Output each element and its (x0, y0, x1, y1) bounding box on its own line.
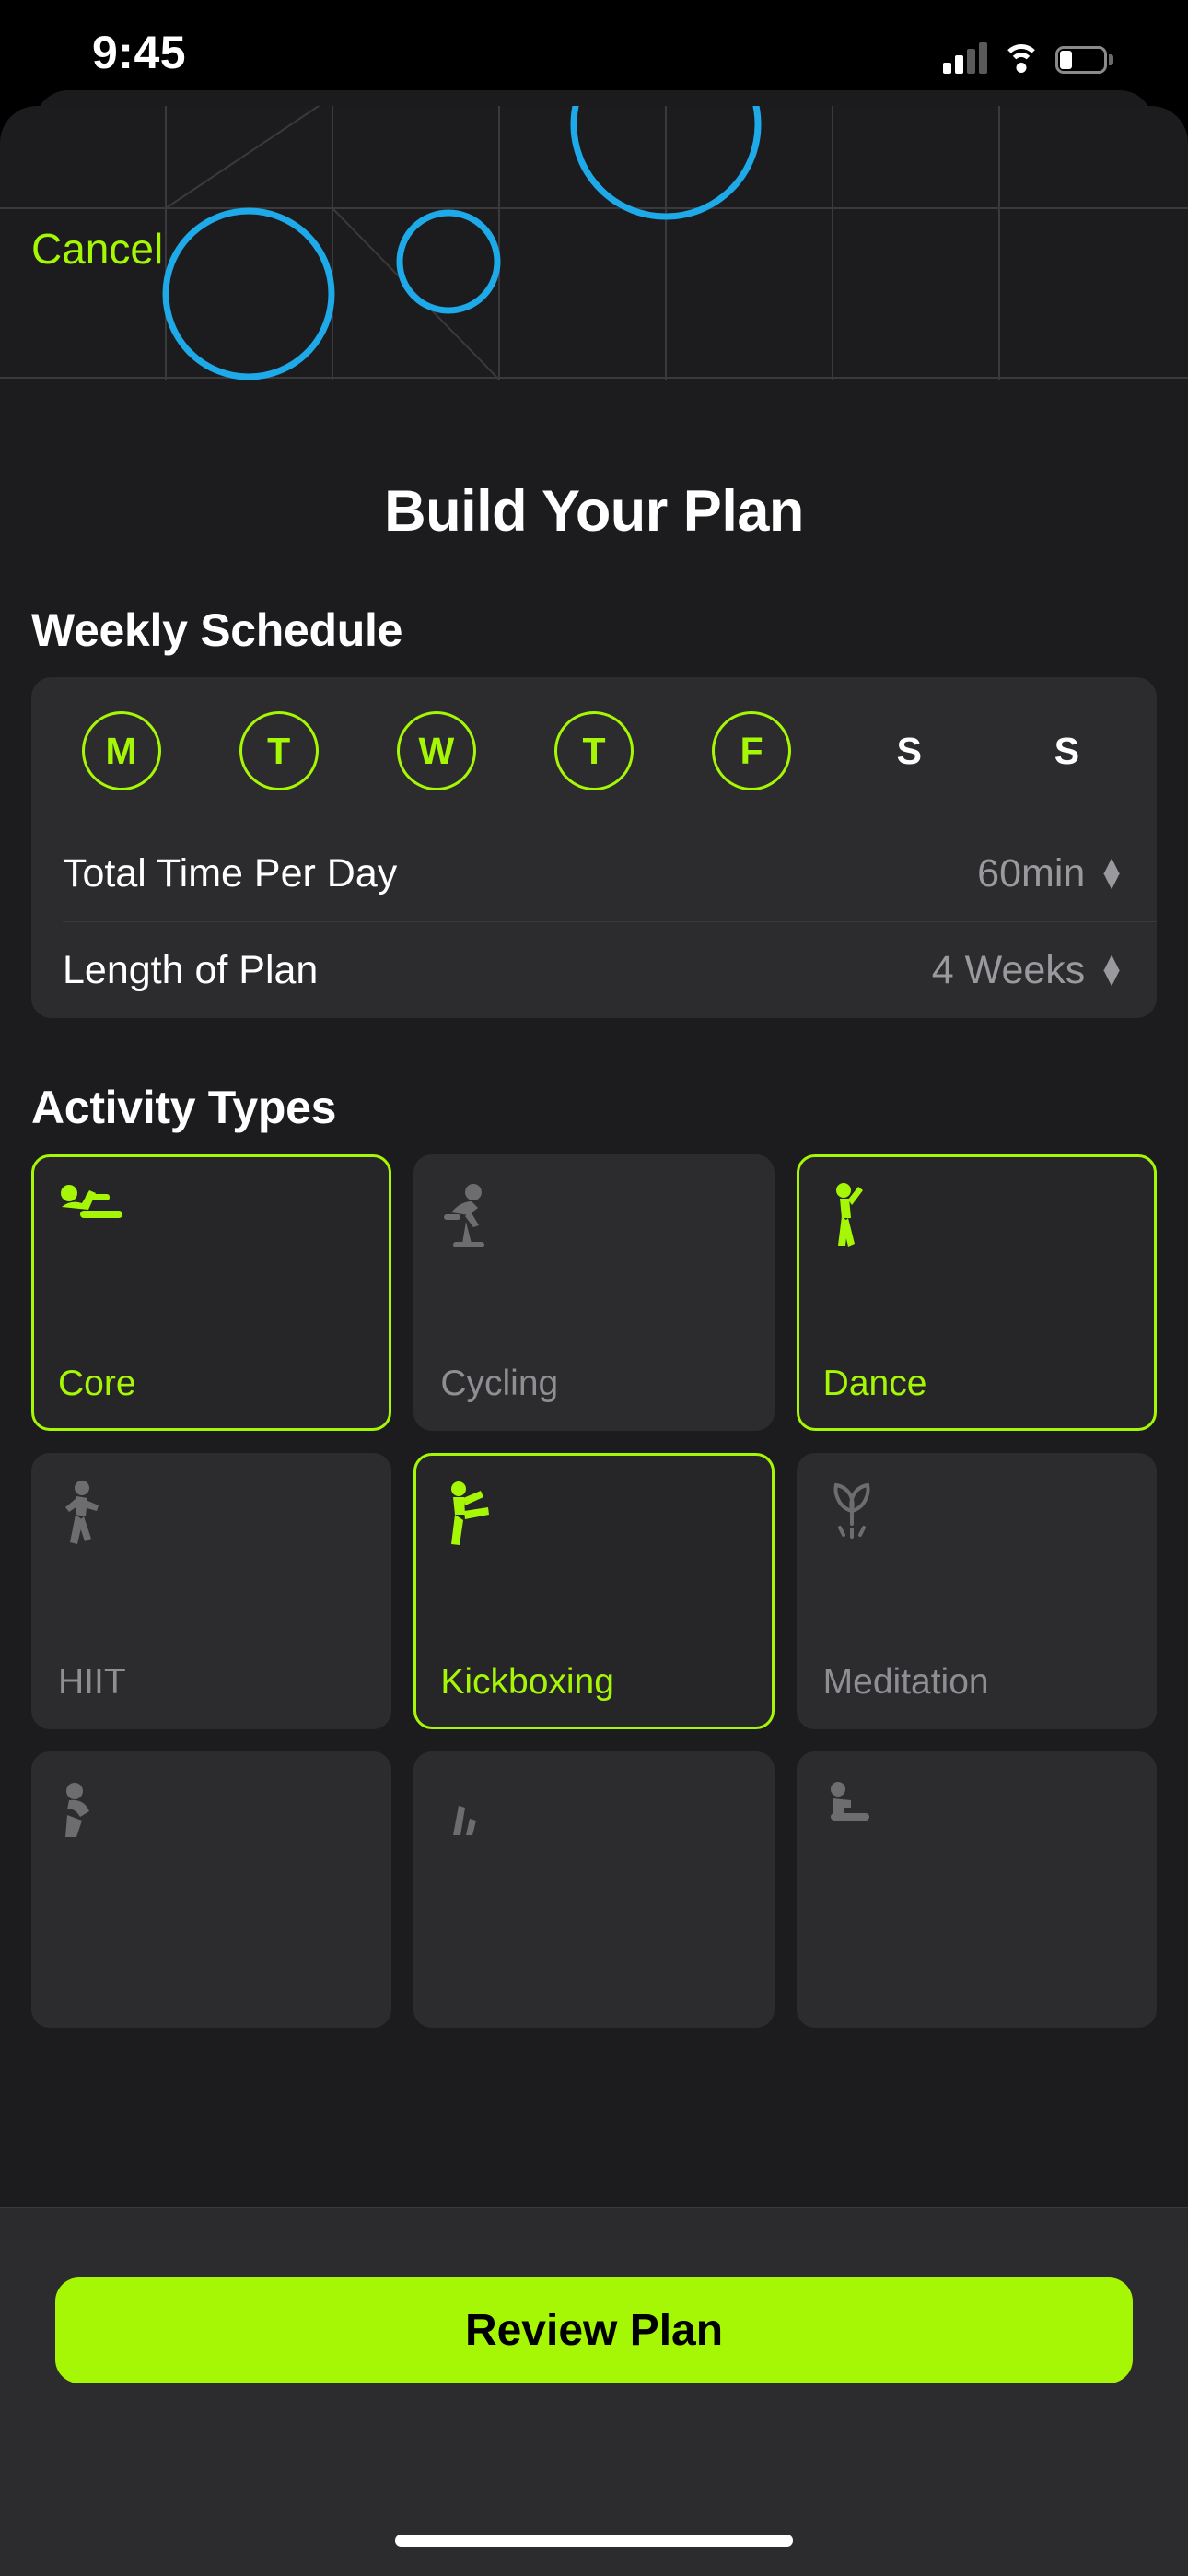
weekly-schedule-title: Weekly Schedule (31, 604, 403, 656)
activity-tile-hiit-label: HIIT (58, 1662, 126, 1702)
length-of-plan-value: 4 Weeks (931, 947, 1086, 992)
activity-types-title: Activity Types (31, 1082, 337, 1133)
activity-tile-core[interactable]: Core (31, 1154, 392, 1431)
weekly-schedule-section: Weekly Schedule M T W T F S S Total Time… (0, 603, 1188, 1018)
day-toggle-tuesday[interactable]: T (239, 711, 319, 790)
core-situp-icon (58, 1181, 126, 1234)
wifi-icon (1002, 44, 1041, 74)
activity-tile-partial-2[interactable] (413, 1751, 775, 2028)
activity-types-section: Activity Types Core Cycling Dance HIIT K… (0, 1081, 1188, 2028)
page-title: Build Your Plan (384, 479, 804, 544)
activity-types-grid: Core Cycling Dance HIIT Kickboxing Medit… (31, 1154, 1157, 2028)
chevron-up-down-icon[interactable]: ▲ ▼ (1098, 851, 1125, 895)
activity-tile-cycling-label: Cycling (440, 1364, 559, 1403)
strength-icon (440, 1778, 490, 1847)
status-bar-indicators (943, 33, 1113, 74)
status-bar-time: 9:45 (92, 27, 187, 78)
meditation-leaf-icon (823, 1480, 880, 1543)
decorative-hero-graphic (0, 106, 1188, 380)
stretching-icon (823, 1778, 879, 1847)
activity-tile-meditation[interactable]: Meditation (796, 1453, 1157, 1729)
activity-tile-partial-1[interactable] (31, 1751, 392, 2028)
status-bar: 9:45 (0, 0, 1188, 106)
day-toggle-thursday[interactable]: T (553, 711, 634, 790)
sheet-content: Weekly Schedule M T W T F S S Total Time… (0, 603, 1188, 2028)
cellular-signal-icon (943, 42, 987, 74)
chevron-up-down-icon[interactable]: ▲ ▼ (1098, 948, 1125, 991)
activity-tile-dance[interactable]: Dance (796, 1154, 1157, 1431)
activity-tile-cycling[interactable]: Cycling (413, 1154, 775, 1431)
day-picker: M T W T F S S (31, 677, 1157, 825)
day-toggle-wednesday[interactable]: W (396, 711, 476, 790)
cancel-button[interactable]: Cancel (31, 224, 163, 274)
length-of-plan-label: Length of Plan (63, 947, 319, 992)
day-toggle-sunday[interactable]: S (1027, 711, 1106, 790)
hiit-runner-icon (58, 1480, 104, 1552)
weekly-schedule-card: M T W T F S S Total Time Per Day 60min ▲ (31, 677, 1157, 1018)
activity-tile-kickboxing-label: Kickboxing (440, 1662, 614, 1702)
activity-tile-dance-label: Dance (822, 1364, 927, 1403)
kickboxing-icon (440, 1480, 497, 1552)
activity-tile-partial-3[interactable] (796, 1751, 1157, 2028)
build-plan-sheet: Cancel Build Your Plan Weekly Schedule M… (0, 106, 1188, 2576)
battery-low-icon (1055, 46, 1113, 74)
total-time-per-day-label: Total Time Per Day (63, 850, 398, 896)
activity-tile-kickboxing[interactable]: Kickboxing (413, 1453, 775, 1729)
total-time-per-day-value-group[interactable]: 60min ▲ ▼ (977, 851, 1125, 896)
day-toggle-monday[interactable]: M (81, 711, 161, 790)
cycling-bike-icon (440, 1181, 497, 1254)
activity-tile-hiit[interactable]: HIIT (31, 1453, 392, 1729)
total-time-per-day-row[interactable]: Total Time Per Day 60min ▲ ▼ (31, 825, 1157, 921)
day-toggle-friday[interactable]: F (712, 711, 792, 790)
yoga-pose-icon (58, 1778, 108, 1847)
length-of-plan-value-group[interactable]: 4 Weeks ▲ ▼ (932, 948, 1125, 993)
total-time-per-day-value: 60min (977, 850, 1086, 896)
bottom-action-bar: Review Plan (0, 2207, 1188, 2576)
activity-tile-meditation-label: Meditation (822, 1662, 989, 1702)
review-plan-button[interactable]: Review Plan (55, 2277, 1133, 2383)
home-indicator[interactable] (395, 2535, 793, 2547)
phone-screen: 9:45 Cancel Build Your Plan Weekly Sched… (0, 0, 1188, 2576)
hero-grid-svg (0, 106, 1188, 380)
length-of-plan-row[interactable]: Length of Plan 4 Weeks ▲ ▼ (31, 922, 1157, 1018)
dance-figure-icon (823, 1181, 869, 1254)
day-toggle-saturday[interactable]: S (869, 711, 949, 790)
activity-tile-core-label: Core (58, 1364, 136, 1403)
